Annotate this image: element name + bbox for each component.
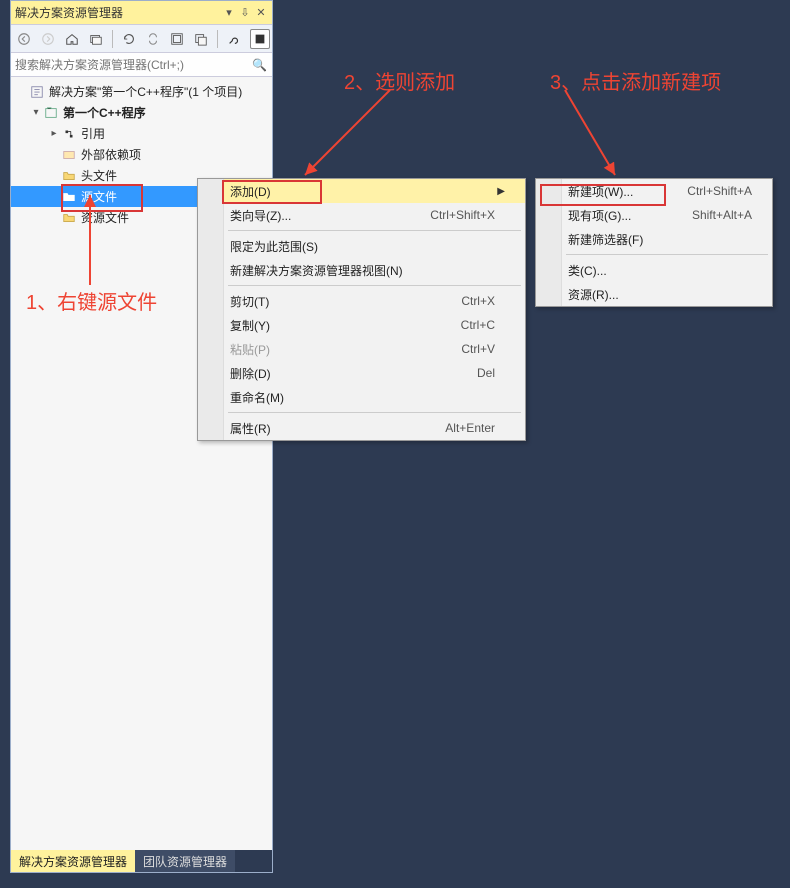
menu-label: 重命名(M)	[226, 389, 495, 406]
solution-icon	[29, 84, 45, 100]
submenu-existing-item[interactable]: ▢ 现有项(G)... Shift+Alt+A	[536, 203, 772, 227]
menu-rename[interactable]: ▭ 重命名(M)	[198, 385, 525, 409]
external-deps-icon	[61, 147, 77, 163]
references-icon	[61, 126, 77, 142]
menu-label: 限定为此范围(S)	[226, 238, 495, 255]
tree-external-node[interactable]: 外部依赖项	[11, 144, 272, 165]
menu-label: 复制(Y)	[226, 317, 431, 334]
back-button[interactable]	[13, 28, 35, 50]
refresh-button[interactable]	[118, 28, 140, 50]
window-position-icon[interactable]: ▾	[222, 6, 236, 20]
panel-tabs: 解决方案资源管理器 团队资源管理器	[11, 850, 272, 872]
menu-label: 属性(R)	[226, 420, 415, 437]
menu-label: 剪切(T)	[226, 293, 431, 310]
tree-references-node[interactable]: ▸ 引用	[11, 123, 272, 144]
collapse-icon[interactable]: ▾	[29, 107, 43, 118]
shortcut: Ctrl+Shift+X	[430, 208, 495, 222]
submenu-new-item[interactable]: ✦ 新建项(W)... Ctrl+Shift+A	[536, 179, 772, 203]
menu-cut[interactable]: ✂ 剪切(T) Ctrl+X	[198, 289, 525, 313]
menu-icon-strip	[198, 179, 224, 440]
auto-hide-pin-icon[interactable]: ⇩	[238, 6, 252, 20]
menu-new-view[interactable]: ▢ 新建解决方案资源管理器视图(N)	[198, 258, 525, 282]
panel-title: 解决方案资源管理器	[15, 4, 220, 21]
tree-label: 源文件	[81, 188, 117, 205]
submenu-class[interactable]: ✦ 类(C)...	[536, 258, 772, 282]
submenu-resource[interactable]: ✦ 资源(R)...	[536, 282, 772, 306]
show-all-button[interactable]	[190, 28, 212, 50]
sync-button[interactable]	[142, 28, 164, 50]
menu-label: 类向导(Z)...	[226, 207, 400, 224]
shortcut: Shift+Alt+A	[692, 208, 752, 222]
annotation-step2: 2、选则添加	[344, 66, 455, 95]
menu-label: 新建筛选器(F)	[564, 231, 752, 248]
menu-properties[interactable]: 🔧 属性(R) Alt+Enter	[198, 416, 525, 440]
menu-label: 类(C)...	[564, 262, 752, 279]
shortcut: Ctrl+C	[461, 318, 495, 332]
menu-label: 添加(D)	[226, 183, 495, 200]
menu-label: 新建解决方案资源管理器视图(N)	[226, 262, 495, 279]
menu-separator	[228, 230, 521, 231]
submenu-arrow-icon: ▶	[495, 186, 505, 197]
menu-paste: 📋 粘贴(P) Ctrl+V	[198, 337, 525, 361]
project-icon	[43, 105, 59, 121]
tree-project-node[interactable]: ▾ 第一个C++程序	[11, 102, 272, 123]
menu-label: 资源(R)...	[564, 286, 752, 303]
toolbar-separator	[112, 30, 113, 48]
tab-solution-explorer[interactable]: 解决方案资源管理器	[11, 850, 135, 872]
close-icon[interactable]: ✕	[254, 6, 268, 20]
search-input[interactable]	[15, 58, 252, 72]
menu-label: 新建项(W)...	[564, 183, 657, 200]
panel-header: 解决方案资源管理器 ▾ ⇩ ✕	[11, 1, 272, 25]
menu-add[interactable]: 添加(D) ▶	[198, 179, 525, 203]
add-submenu: ✦ 新建项(W)... Ctrl+Shift+A ▢ 现有项(G)... Shi…	[535, 178, 773, 307]
preview-button[interactable]	[250, 29, 270, 49]
menu-separator	[566, 254, 768, 255]
submenu-new-filter[interactable]: ✦ 新建筛选器(F)	[536, 227, 772, 251]
menu-label: 删除(D)	[226, 365, 447, 382]
menu-class-wizard[interactable]: ✦ 类向导(Z)... Ctrl+Shift+X	[198, 203, 525, 227]
shortcut: Ctrl+Shift+A	[687, 184, 752, 198]
context-menu: 添加(D) ▶ ✦ 类向导(Z)... Ctrl+Shift+X 限定为此范围(…	[197, 178, 526, 441]
expand-icon[interactable]: ▸	[47, 128, 61, 139]
tree-solution-node[interactable]: 解决方案"第一个C++程序"(1 个项目)	[11, 81, 272, 102]
tree-label: 头文件	[81, 167, 117, 184]
toolbar	[11, 25, 272, 53]
menu-label: 现有项(G)...	[564, 207, 662, 224]
menu-copy[interactable]: ⧉ 复制(Y) Ctrl+C	[198, 313, 525, 337]
menu-delete[interactable]: ✕ 删除(D) Del	[198, 361, 525, 385]
properties-button[interactable]	[223, 28, 245, 50]
tree-label: 解决方案"第一个C++程序"(1 个项目)	[49, 83, 242, 100]
toolbar-separator	[217, 30, 218, 48]
annotation-step3: 3、点击添加新建项	[550, 66, 721, 95]
search-icon[interactable]: 🔍	[252, 58, 268, 72]
menu-icon-strip	[536, 179, 562, 306]
menu-separator	[228, 412, 521, 413]
menu-separator	[228, 285, 521, 286]
forward-button[interactable]	[37, 28, 59, 50]
folder-open-icon	[61, 189, 77, 205]
shortcut: Ctrl+X	[461, 294, 495, 308]
tree-label: 外部依赖项	[81, 146, 141, 163]
shortcut: Alt+Enter	[445, 421, 495, 435]
tree-label: 引用	[81, 125, 105, 142]
solution-folders-button[interactable]	[85, 28, 107, 50]
menu-label: 粘贴(P)	[226, 341, 431, 358]
shortcut: Ctrl+V	[461, 342, 495, 356]
shortcut: Del	[477, 366, 495, 380]
collapse-button[interactable]	[166, 28, 188, 50]
tab-team-explorer[interactable]: 团队资源管理器	[135, 850, 235, 872]
menu-scope[interactable]: 限定为此范围(S)	[198, 234, 525, 258]
home-button[interactable]	[61, 28, 83, 50]
folder-icon	[61, 168, 77, 184]
annotation-arrow-3	[500, 85, 630, 185]
tree-label: 第一个C++程序	[63, 104, 146, 121]
search-bar[interactable]: 🔍	[11, 53, 272, 77]
annotation-arrow-2	[290, 85, 410, 185]
